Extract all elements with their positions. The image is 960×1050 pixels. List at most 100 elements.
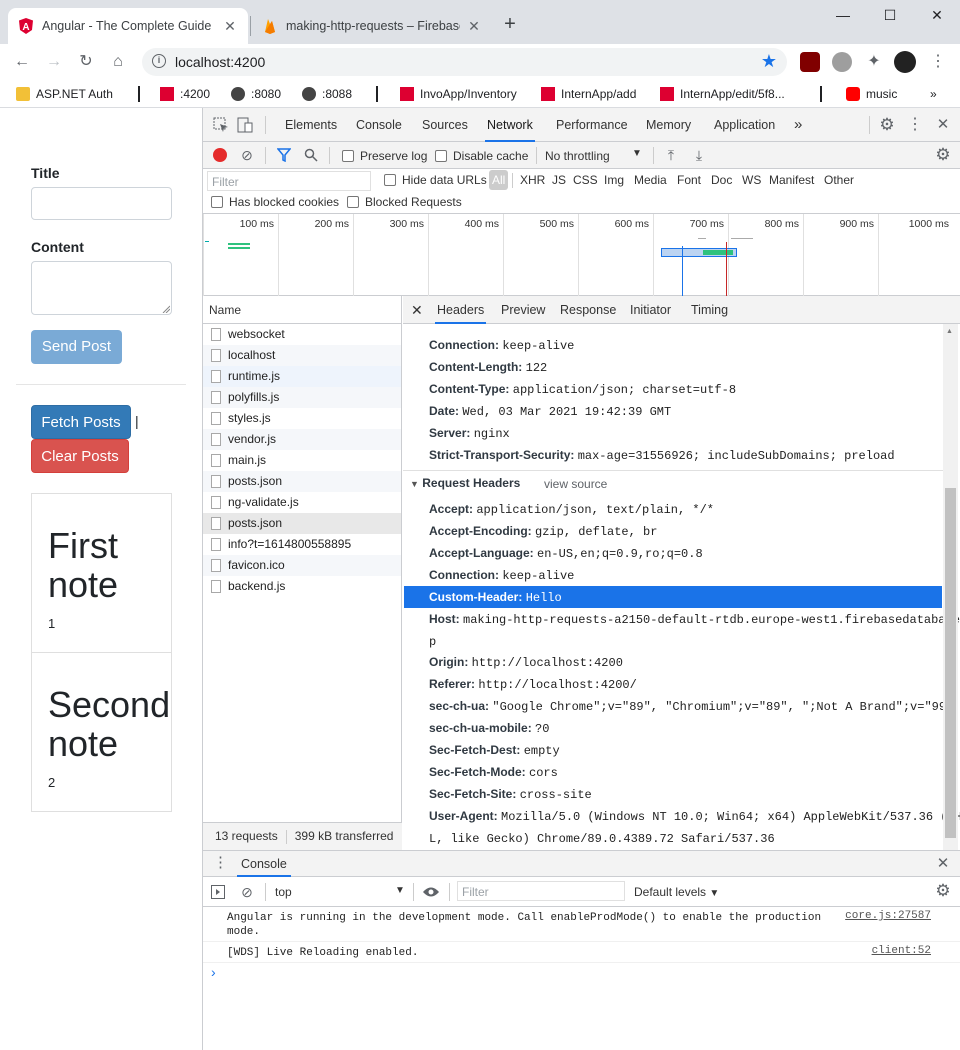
- address-bar[interactable]: i localhost:4200 ★: [142, 48, 787, 76]
- tab-elements[interactable]: Elements: [283, 108, 339, 142]
- browser-tab-firebase[interactable]: making-http-requests – Firebase ✕: [252, 8, 492, 44]
- forward-icon[interactable]: →: [42, 50, 66, 74]
- search-icon[interactable]: [304, 148, 318, 162]
- chevron-down-icon[interactable]: ▼: [632, 148, 642, 159]
- console-filter-input[interactable]: Filter: [457, 881, 625, 901]
- bookmark-invoapp[interactable]: InvoApp/Inventory: [400, 85, 517, 103]
- type-filter-font[interactable]: Font: [677, 173, 701, 187]
- type-filter-js[interactable]: JS: [552, 173, 566, 187]
- tab-preview[interactable]: Preview: [499, 296, 547, 324]
- title-input[interactable]: [31, 187, 172, 220]
- headers-scrollbar[interactable]: ▲: [943, 324, 958, 850]
- throttling-select[interactable]: No throttling: [545, 149, 610, 163]
- close-devtools-icon[interactable]: ✕: [933, 116, 953, 134]
- menu-icon[interactable]: ⋮: [926, 50, 950, 74]
- content-textarea[interactable]: [31, 261, 172, 315]
- close-drawer-icon[interactable]: ✕: [933, 855, 953, 873]
- send-post-button[interactable]: Send Post: [31, 330, 122, 364]
- minimize-button[interactable]: —: [820, 0, 866, 32]
- checkbox-box[interactable]: [435, 150, 447, 162]
- clear-console-icon[interactable]: ⊘: [239, 883, 255, 901]
- checkbox-box[interactable]: [384, 174, 396, 186]
- record-icon[interactable]: [213, 148, 227, 162]
- fetch-posts-button[interactable]: Fetch Posts: [31, 405, 131, 439]
- type-filter-img[interactable]: Img: [604, 173, 624, 187]
- tab-initiator[interactable]: Initiator: [628, 296, 673, 324]
- context-select[interactable]: top: [275, 885, 292, 899]
- request-row[interactable]: polyfills.js: [203, 387, 401, 408]
- log-levels-select[interactable]: Default levels ▼: [634, 885, 719, 899]
- scroll-up-icon[interactable]: ▲: [946, 328, 953, 335]
- tab-memory[interactable]: Memory: [644, 108, 693, 142]
- bookmarks-overflow[interactable]: »: [930, 85, 937, 103]
- request-row[interactable]: posts.json: [203, 471, 401, 492]
- triangle-down-icon[interactable]: ▼: [410, 479, 419, 489]
- type-filter-css[interactable]: CSS: [573, 173, 598, 187]
- bookmark-star-icon[interactable]: ★: [761, 51, 777, 72]
- type-filter-manifest[interactable]: Manifest: [769, 173, 814, 187]
- profile-avatar[interactable]: [894, 51, 916, 73]
- bookmark-aspnet[interactable]: ASP.NET Auth: [16, 85, 113, 103]
- checkbox-box[interactable]: [342, 150, 354, 162]
- settings-gear-icon[interactable]: ⚙: [877, 116, 897, 134]
- scrollbar-thumb[interactable]: [945, 488, 956, 838]
- bookmark-4200[interactable]: :4200: [160, 85, 210, 103]
- tab-response[interactable]: Response: [558, 296, 618, 324]
- sidebar-toggle-icon[interactable]: [211, 885, 225, 899]
- request-row[interactable]: styles.js: [203, 408, 401, 429]
- checkbox-box[interactable]: [347, 196, 359, 208]
- bookmark-music[interactable]: music: [846, 85, 897, 103]
- tab-console[interactable]: Console: [354, 108, 404, 142]
- resize-handle-icon[interactable]: [162, 305, 170, 313]
- bookmark-8080[interactable]: :8080: [231, 85, 281, 103]
- type-filter-other[interactable]: Other: [824, 173, 854, 187]
- close-icon[interactable]: ✕: [466, 18, 482, 35]
- drawer-menu-icon[interactable]: ⋮: [213, 854, 228, 872]
- maximize-button[interactable]: ☐: [867, 0, 913, 32]
- ublock-icon[interactable]: [800, 52, 820, 72]
- type-filter-all[interactable]: All: [489, 170, 509, 190]
- tab-headers[interactable]: Headers: [435, 296, 487, 324]
- request-headers-section[interactable]: ▼ Request Headers: [410, 476, 520, 490]
- tab-network[interactable]: Network: [485, 108, 535, 142]
- home-icon[interactable]: ⌂: [106, 50, 130, 74]
- request-row[interactable]: backend.js: [203, 576, 401, 597]
- request-row[interactable]: main.js: [203, 450, 401, 471]
- tab-sources[interactable]: Sources: [420, 108, 470, 142]
- filter-icon[interactable]: [277, 148, 291, 162]
- clear-icon[interactable]: ⊘: [239, 146, 255, 164]
- checkbox-box[interactable]: [211, 196, 223, 208]
- tab-application[interactable]: Application: [712, 108, 777, 142]
- more-tabs-icon[interactable]: »: [792, 108, 804, 142]
- type-filter-media[interactable]: Media: [634, 173, 667, 187]
- chevron-down-icon[interactable]: ▼: [395, 885, 405, 896]
- database-extension-icon[interactable]: [832, 52, 852, 72]
- blocked-requests-checkbox[interactable]: Blocked Requests: [347, 195, 462, 209]
- inspect-element-icon[interactable]: [213, 117, 229, 133]
- has-blocked-cookies-checkbox[interactable]: Has blocked cookies: [211, 195, 339, 209]
- request-row[interactable]: ng-validate.js: [203, 492, 401, 513]
- request-row[interactable]: info?t=1614800558895: [203, 534, 401, 555]
- clear-posts-button[interactable]: Clear Posts: [31, 439, 129, 473]
- info-icon[interactable]: i: [152, 54, 166, 68]
- import-har-icon[interactable]: ⤒: [664, 146, 678, 164]
- view-source-link[interactable]: view source: [544, 477, 607, 491]
- console-input[interactable]: [227, 964, 947, 984]
- network-overview-timeline[interactable]: 100 ms 200 ms 300 ms 400 ms 500 ms 600 m…: [203, 214, 960, 296]
- type-filter-doc[interactable]: Doc: [711, 173, 732, 187]
- request-row[interactable]: favicon.ico: [203, 555, 401, 576]
- browser-tab-angular[interactable]: A Angular - The Complete Guide ✕: [8, 8, 248, 44]
- request-row[interactable]: vendor.js: [203, 429, 401, 450]
- request-row[interactable]: runtime.js: [203, 366, 401, 387]
- header-row-selected[interactable]: Custom-Header: Hello: [404, 586, 942, 608]
- tab-performance[interactable]: Performance: [554, 108, 630, 142]
- disable-cache-checkbox[interactable]: Disable cache: [435, 149, 528, 163]
- close-icon[interactable]: ✕: [222, 18, 238, 35]
- reload-icon[interactable]: ↻: [74, 50, 98, 74]
- close-window-button[interactable]: ✕: [914, 0, 960, 32]
- bookmark-8088[interactable]: :8088: [302, 85, 352, 103]
- hide-data-urls-checkbox[interactable]: Hide data URLs: [384, 173, 487, 187]
- back-icon[interactable]: ←: [10, 50, 34, 74]
- bookmark-internapp-edit[interactable]: InternApp/edit/5f8...: [660, 85, 785, 103]
- new-tab-button[interactable]: +: [498, 12, 522, 36]
